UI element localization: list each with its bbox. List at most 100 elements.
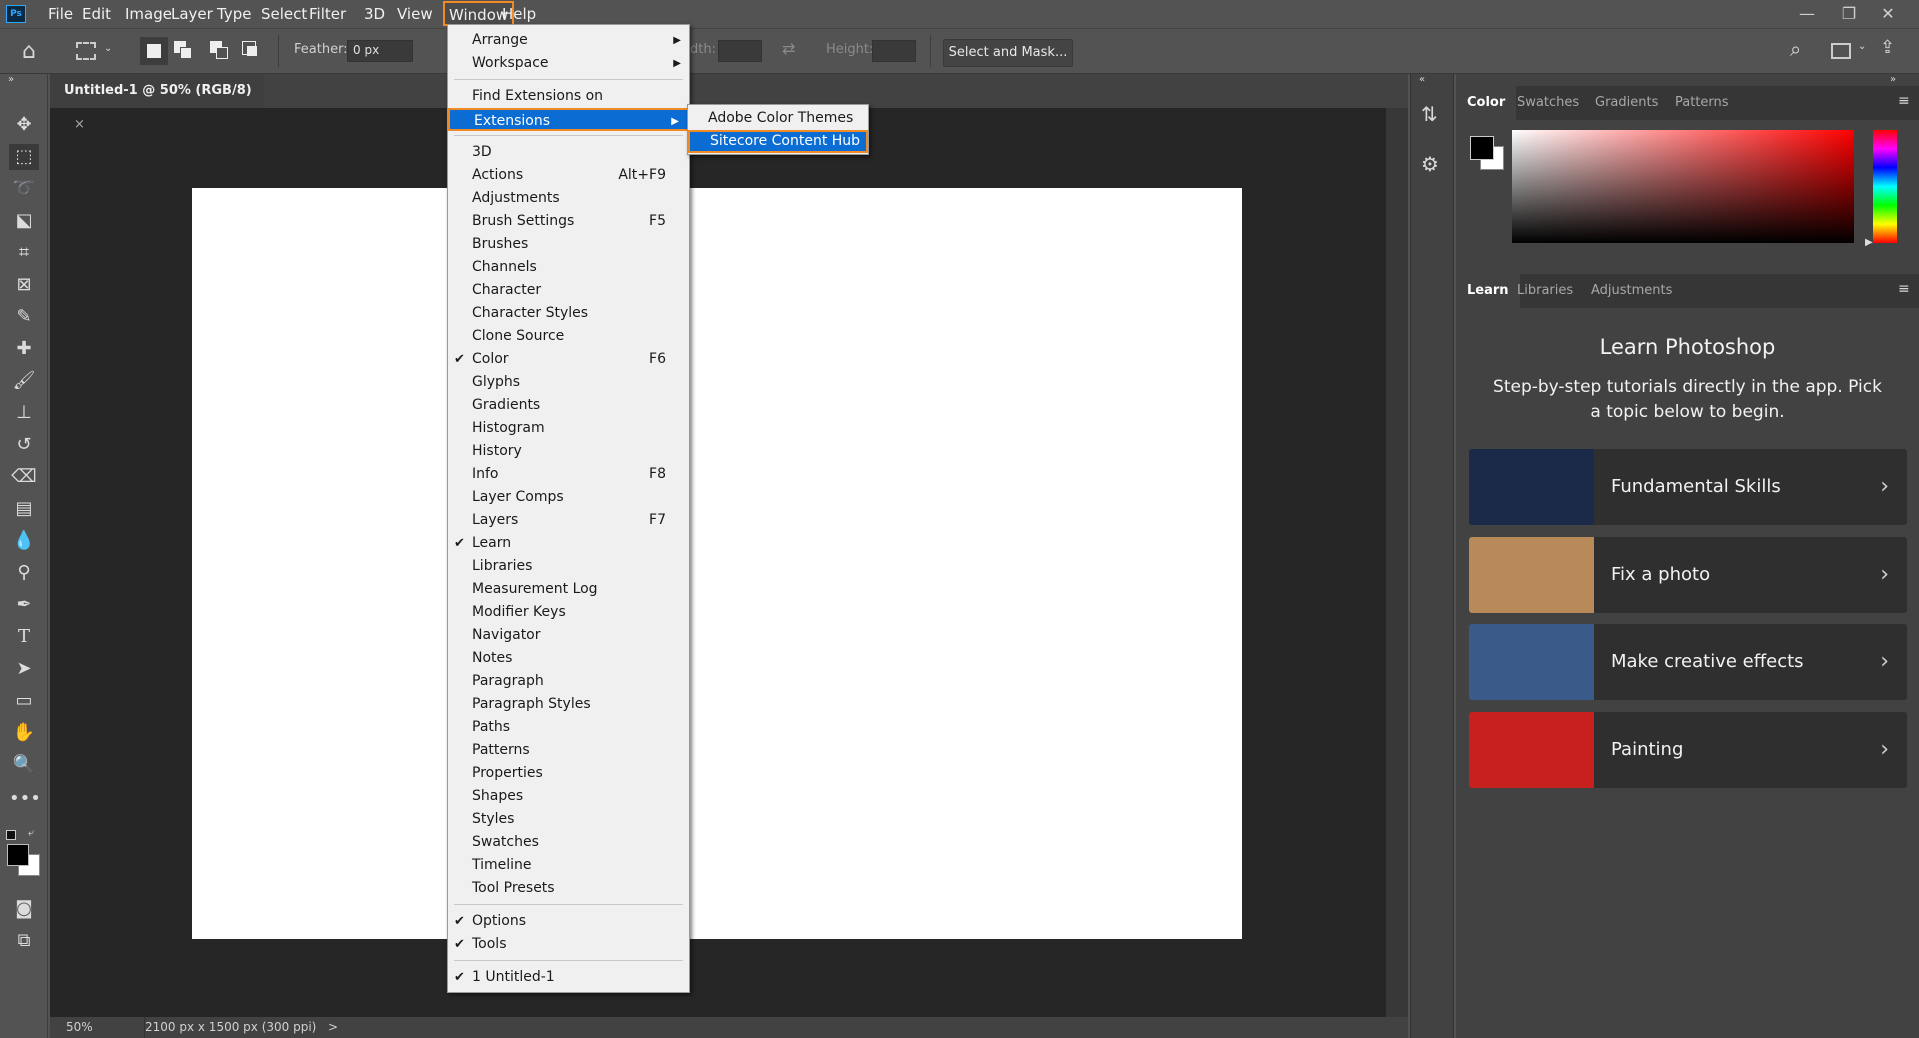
swap-icon[interactable]: ⇄ — [782, 39, 795, 58]
frame-tool-icon[interactable]: ⊠ — [9, 272, 39, 298]
minimize-button[interactable]: — — [1787, 2, 1827, 26]
menu-item-brush-settings[interactable]: Brush Settings F5 — [448, 210, 689, 233]
chevron-down-icon[interactable]: ⌄ — [104, 43, 112, 54]
tutorial-card[interactable]: Fundamental Skills › — [1469, 449, 1907, 525]
menu-item-navigator[interactable]: Navigator — [448, 624, 689, 647]
menu-item-channels[interactable]: Channels — [448, 256, 689, 279]
default-colors-icon[interactable] — [6, 830, 16, 840]
foreground-color-swatch[interactable] — [1470, 136, 1494, 160]
menu-item-arrange[interactable]: Arrange ▶ — [448, 29, 689, 52]
marquee-preset-icon[interactable] — [76, 42, 96, 60]
menu-item-1-untitled-1[interactable]: ✔ 1 Untitled-1 — [448, 966, 689, 989]
intersect-selection-button[interactable] — [242, 41, 260, 59]
menu-item-gradients[interactable]: Gradients — [448, 394, 689, 417]
menu-item-character[interactable]: Character — [448, 279, 689, 302]
menu-item-swatches[interactable]: Swatches — [448, 831, 689, 854]
menu-item-color[interactable]: ✔ Color F6 — [448, 348, 689, 371]
screen-mode-icon[interactable]: ⧉ — [9, 928, 39, 954]
width-input[interactable] — [718, 40, 762, 62]
gradient-tool-icon[interactable]: ▤ — [9, 496, 39, 522]
menu-3d[interactable]: 3D — [360, 0, 389, 28]
menu-item-histogram[interactable]: Histogram — [448, 417, 689, 440]
menu-item-extensions[interactable]: Extensions ▶ — [448, 108, 689, 131]
tab-adjustments[interactable]: Adjustments — [1580, 274, 1683, 308]
vertical-scrollbar[interactable] — [1386, 108, 1408, 1017]
search-icon[interactable]: ⌕ — [1790, 37, 1801, 61]
share-icon[interactable]: ⇪ — [1880, 37, 1895, 58]
collapse-icon[interactable]: » — [8, 74, 14, 85]
chevron-down-icon[interactable]: ⌄ — [1858, 41, 1866, 52]
swap-colors-icon[interactable]: ⤶ — [28, 826, 34, 840]
menu-item-timeline[interactable]: Timeline — [448, 854, 689, 877]
more-tools-icon[interactable]: ••• — [9, 786, 41, 812]
history-panel-icon[interactable]: ⇅ — [1421, 102, 1438, 126]
restore-button[interactable]: ❐ — [1829, 2, 1869, 26]
menu-edit[interactable]: Edit — [78, 0, 115, 28]
submenu-item-adobe-color-themes[interactable]: Adobe Color Themes — [688, 107, 868, 130]
panel-menu-icon[interactable]: ≡ — [1898, 93, 1910, 109]
zoom-tool-icon[interactable]: 🔍 — [9, 752, 39, 778]
menu-item-clone-source[interactable]: Clone Source — [448, 325, 689, 348]
rectangle-tool-icon[interactable]: ▭ — [9, 688, 39, 714]
menu-item-libraries[interactable]: Libraries — [448, 555, 689, 578]
type-tool-icon[interactable]: T — [9, 624, 39, 650]
menu-item-measurement-log[interactable]: Measurement Log — [448, 578, 689, 601]
collapse-icon[interactable]: » — [1890, 74, 1896, 85]
menu-filter[interactable]: Filter — [305, 0, 350, 28]
color-spectrum-field[interactable] — [1512, 130, 1854, 243]
subtract-selection-button[interactable] — [210, 41, 228, 59]
menu-file[interactable]: File — [44, 0, 77, 28]
tab-gradients[interactable]: Gradients — [1584, 86, 1669, 120]
path-select-tool-icon[interactable]: ➤ — [9, 656, 39, 682]
home-icon[interactable]: ⌂ — [22, 39, 36, 64]
document-tab[interactable]: Untitled-1 @ 50% (RGB/8) × — [50, 74, 264, 132]
dodge-tool-icon[interactable]: ⚲ — [9, 560, 39, 586]
menu-item-styles[interactable]: Styles — [448, 808, 689, 831]
object-select-tool-icon[interactable]: ⬕ — [9, 208, 39, 234]
brush-tool-icon[interactable]: 🖌 — [9, 368, 39, 394]
hand-tool-icon[interactable]: ✋ — [9, 720, 39, 746]
pen-tool-icon[interactable]: ✒ — [9, 592, 39, 618]
menu-item-find-extensions-on-exchange[interactable]: Find Extensions on Exchange... — [448, 85, 689, 127]
lasso-tool-icon[interactable]: ➰ — [9, 176, 39, 202]
menu-item-notes[interactable]: Notes — [448, 647, 689, 670]
menu-item-info[interactable]: Info F8 — [448, 463, 689, 486]
menu-item-paragraph[interactable]: Paragraph — [448, 670, 689, 693]
menu-item-modifier-keys[interactable]: Modifier Keys — [448, 601, 689, 624]
stamp-tool-icon[interactable]: ⊥ — [9, 400, 39, 426]
menu-item-options[interactable]: ✔ Options — [448, 910, 689, 933]
move-tool-icon[interactable]: ✥ — [9, 112, 39, 138]
zoom-level[interactable]: 50% — [66, 1017, 93, 1038]
close-button[interactable]: ✕ — [1868, 2, 1908, 26]
marquee-tool-icon[interactable]: ⬚ — [9, 144, 39, 170]
menu-item-paths[interactable]: Paths — [448, 716, 689, 739]
status-menu-arrow[interactable]: > — [328, 1017, 338, 1038]
tab-patterns[interactable]: Patterns — [1664, 86, 1740, 120]
menu-item-properties[interactable]: Properties — [448, 762, 689, 785]
document-canvas[interactable] — [192, 188, 1242, 939]
healing-brush-tool-icon[interactable]: ✚ — [9, 336, 39, 362]
height-input[interactable] — [872, 40, 916, 62]
blur-tool-icon[interactable]: 💧 — [9, 528, 39, 554]
tutorial-card[interactable]: Painting › — [1469, 711, 1907, 788]
menu-type[interactable]: Type — [213, 0, 255, 28]
menu-layer[interactable]: Layer — [167, 0, 217, 28]
menu-item-adjustments[interactable]: Adjustments — [448, 187, 689, 210]
panel-menu-icon[interactable]: ≡ — [1898, 281, 1910, 297]
properties-panel-icon[interactable]: ⚙ — [1421, 152, 1439, 176]
new-selection-button[interactable] — [140, 37, 168, 65]
workspace-icon[interactable] — [1831, 43, 1851, 59]
submenu-item-sitecore-content-hub[interactable]: Sitecore Content Hub — [688, 130, 868, 153]
menu-item-tools[interactable]: ✔ Tools — [448, 933, 689, 956]
menu-item-character-styles[interactable]: Character Styles — [448, 302, 689, 325]
eraser-tool-icon[interactable]: ⌫ — [9, 464, 39, 490]
menu-item-paragraph-styles[interactable]: Paragraph Styles — [448, 693, 689, 716]
menu-view[interactable]: View — [393, 0, 437, 28]
tab-swatches[interactable]: Swatches — [1506, 86, 1590, 120]
menu-item-patterns[interactable]: Patterns — [448, 739, 689, 762]
menu-item-glyphs[interactable]: Glyphs — [448, 371, 689, 394]
eyedropper-tool-icon[interactable]: ✎ — [9, 304, 39, 330]
foreground-color-swatch[interactable] — [7, 844, 29, 866]
menu-item-brushes[interactable]: Brushes — [448, 233, 689, 256]
crop-tool-icon[interactable]: ⌗ — [9, 240, 39, 266]
